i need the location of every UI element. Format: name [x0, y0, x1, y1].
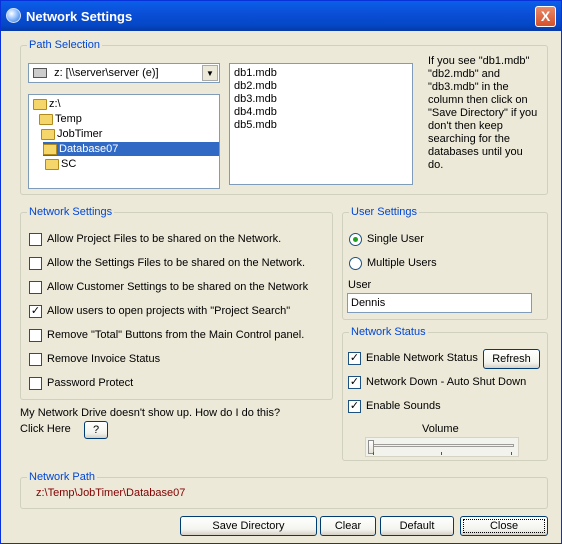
- option-share-customer-settings[interactable]: Allow Customer Settings to be shared on …: [29, 280, 308, 294]
- checkbox-checked[interactable]: ✓: [348, 375, 361, 389]
- window-title: Network Settings: [26, 9, 133, 24]
- file-item[interactable]: db5.mdb: [234, 119, 277, 131]
- file-item[interactable]: db3.mdb: [234, 93, 277, 105]
- help-button[interactable]: ?: [84, 421, 108, 439]
- open-folder-icon: [43, 143, 57, 155]
- option-share-project-files[interactable]: Allow Project Files to be shared on the …: [29, 232, 281, 246]
- checkbox[interactable]: [29, 280, 42, 294]
- checkbox[interactable]: [29, 352, 42, 366]
- refresh-button[interactable]: Refresh: [483, 349, 540, 369]
- network-drive-icon: [33, 68, 47, 79]
- option-remove-invoice-status[interactable]: Remove Invoice Status: [29, 352, 160, 366]
- checkbox-checked[interactable]: ✓: [348, 351, 361, 365]
- network-settings-legend: Network Settings: [29, 206, 113, 218]
- file-item[interactable]: db4.mdb: [234, 106, 277, 118]
- network-settings-window: Network Settings X Path Selection z: [\\…: [0, 0, 562, 544]
- file-item[interactable]: db2.mdb: [234, 80, 277, 92]
- open-folder-icon: [33, 98, 47, 110]
- volume-slider[interactable]: [365, 437, 519, 457]
- open-folder-icon: [41, 128, 55, 140]
- drive-select-value: z: [\\server\server (e)]: [54, 67, 159, 79]
- checkbox-checked[interactable]: ✓: [348, 399, 361, 413]
- folder-icon: [45, 158, 59, 170]
- checkbox[interactable]: [29, 376, 42, 390]
- single-user-radio[interactable]: Single User: [349, 232, 424, 246]
- click-here-label: Click Here: [20, 423, 71, 435]
- folder-item[interactable]: SC: [45, 157, 76, 171]
- option-remove-total-buttons[interactable]: Remove "Total" Buttons from the Main Con…: [29, 328, 304, 342]
- volume-label: Volume: [422, 423, 459, 435]
- close-window-button[interactable]: X: [535, 6, 556, 27]
- app-globe-icon: [6, 8, 21, 23]
- enable-sounds-option[interactable]: ✓ Enable Sounds: [348, 399, 441, 413]
- title-bar[interactable]: Network Settings X: [1, 1, 561, 31]
- user-name-input[interactable]: Dennis: [347, 293, 532, 313]
- network-drive-question: My Network Drive doesn't show up. How do…: [20, 407, 281, 419]
- folder-item[interactable]: Temp: [39, 112, 82, 126]
- radio[interactable]: [349, 256, 362, 270]
- drive-select[interactable]: z: [\\server\server (e)] ▼: [28, 63, 220, 83]
- radio-selected[interactable]: [349, 232, 362, 246]
- volume-tick: [511, 452, 512, 455]
- file-list[interactable]: db1.mdb db2.mdb db3.mdb db4.mdb db5.mdb: [229, 63, 413, 185]
- network-path-value: z:\Temp\JobTimer\Database07: [36, 487, 186, 499]
- network-status-legend: Network Status: [351, 326, 426, 338]
- checkbox[interactable]: [29, 232, 42, 246]
- save-directory-button[interactable]: Save Directory: [180, 516, 317, 536]
- folder-item[interactable]: z:\: [33, 97, 61, 111]
- checkbox[interactable]: [29, 256, 42, 270]
- user-label: User: [348, 279, 372, 291]
- checkbox-checked[interactable]: ✓: [29, 304, 42, 318]
- volume-tick: [441, 452, 442, 455]
- chevron-down-icon[interactable]: ▼: [202, 65, 218, 81]
- network-path-legend: Network Path: [29, 471, 96, 483]
- network-down-option[interactable]: ✓ Network Down - Auto Shut Down: [348, 375, 526, 389]
- path-help-text: If you see "db1.mdb" "db2.mdb" and "db3.…: [428, 55, 538, 171]
- path-selection-legend: Path Selection: [29, 39, 100, 51]
- file-item[interactable]: db1.mdb: [234, 67, 277, 79]
- volume-slider-track: [370, 444, 514, 447]
- clear-button[interactable]: Clear: [320, 516, 376, 536]
- user-settings-legend: User Settings: [351, 206, 418, 218]
- enable-network-status-option[interactable]: ✓ Enable Network Status: [348, 351, 478, 365]
- folder-item[interactable]: JobTimer: [41, 127, 102, 141]
- folder-item-selected[interactable]: Database07: [43, 142, 219, 156]
- multiple-users-radio[interactable]: Multiple Users: [349, 256, 437, 270]
- open-folder-icon: [39, 113, 53, 125]
- volume-tick: [373, 452, 374, 455]
- folder-tree[interactable]: z:\ Temp JobTimer Database07 SC: [28, 94, 220, 189]
- default-button[interactable]: Default: [380, 516, 454, 536]
- option-project-search[interactable]: ✓ Allow users to open projects with "Proj…: [29, 304, 290, 318]
- option-password-protect[interactable]: Password Protect: [29, 376, 133, 390]
- option-share-settings-files[interactable]: Allow the Settings Files to be shared on…: [29, 256, 305, 270]
- checkbox[interactable]: [29, 328, 42, 342]
- close-button[interactable]: Close: [460, 516, 548, 536]
